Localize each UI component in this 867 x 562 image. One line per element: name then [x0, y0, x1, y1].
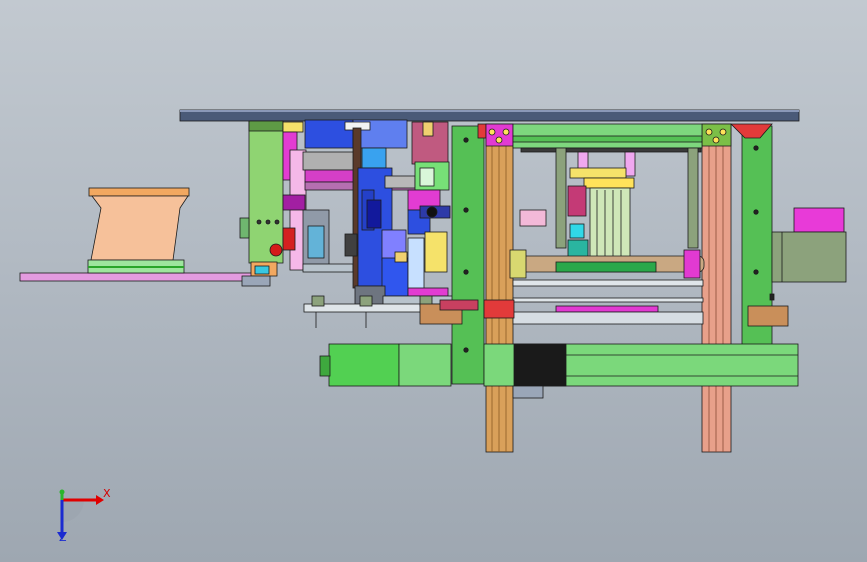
z-axis-label: Z	[59, 531, 67, 544]
red-knob[interactable]	[269, 243, 283, 257]
coordinate-triad: X Z	[40, 480, 120, 550]
shelf-body[interactable]	[90, 195, 189, 261]
shelf-top-cap[interactable]	[88, 187, 190, 197]
right-aluminum-profile[interactable]	[701, 123, 732, 453]
bottom-motor[interactable]	[328, 343, 400, 387]
left-green-plate[interactable]	[248, 120, 284, 264]
left-aluminum-profile[interactable]	[485, 123, 514, 453]
left-frame-column[interactable]	[451, 125, 485, 385]
vertical-slide-block[interactable]	[589, 187, 631, 267]
cad-assembly-model[interactable]	[0, 0, 867, 562]
right-motor-cap[interactable]	[793, 207, 845, 233]
right-motor[interactable]	[771, 231, 847, 283]
left-arm-plate[interactable]	[19, 272, 253, 282]
x-axis-label: X	[103, 487, 111, 500]
graphics-viewport[interactable]: X Z	[0, 0, 867, 562]
